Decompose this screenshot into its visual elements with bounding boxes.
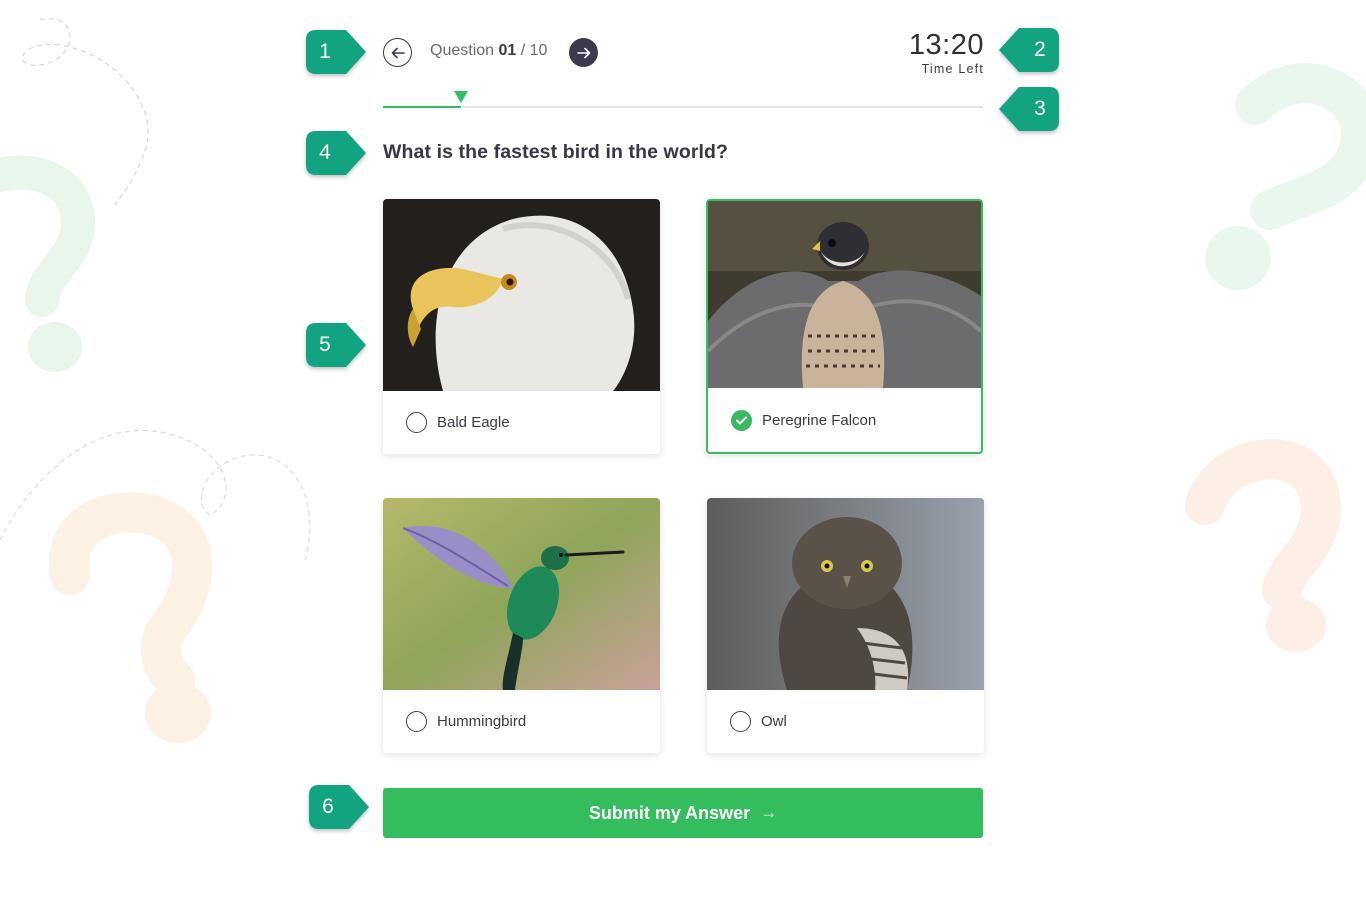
arrow-right-icon: [576, 47, 590, 58]
answer-option-label: Owl: [761, 713, 787, 730]
answer-option-label-row: Bald Eagle: [406, 412, 510, 433]
question-text: What is the fastest bird in the world?: [383, 141, 729, 163]
owl-photo: [707, 498, 984, 690]
progress-indicator-icon: [454, 91, 468, 103]
quiz-screen: 1 4 5 6 2 3 Question 01 / 10 13:20 Time: [0, 0, 1366, 902]
answer-option-label: Bald Eagle: [437, 414, 510, 431]
answer-option-label-row: Hummingbird: [406, 711, 526, 732]
question-counter-current: 01: [498, 42, 517, 59]
submit-answer-button[interactable]: Submit my Answer →: [383, 788, 983, 838]
radio-unchecked-icon[interactable]: [406, 412, 427, 433]
previous-question-button[interactable]: [383, 38, 412, 67]
callout-marker-5: 5: [302, 323, 368, 367]
radio-unchecked-icon[interactable]: [406, 711, 427, 732]
submit-answer-label: Submit my Answer: [588, 802, 751, 823]
question-counter: Question 01 / 10: [430, 42, 547, 60]
question-counter-total: / 10: [520, 42, 548, 59]
peregrine-falcon-photo: [708, 201, 981, 388]
callout-marker-3: 3: [997, 87, 1063, 131]
answer-option-label-row: Peregrine Falcon: [731, 410, 876, 431]
callout-marker-2: 2: [997, 28, 1063, 72]
progress-bar: [383, 91, 983, 108]
radio-checked-icon[interactable]: [731, 410, 752, 431]
timer-value: 13:20: [908, 29, 984, 61]
answer-option-bald-eagle[interactable]: Bald Eagle: [383, 199, 660, 454]
arrow-left-icon: [391, 47, 405, 58]
answer-option-owl[interactable]: Owl: [707, 498, 984, 753]
bald-eagle-photo: [383, 199, 660, 391]
answer-option-label-row: Owl: [730, 711, 787, 732]
question-counter-label: Question: [430, 42, 495, 59]
callout-marker-1: 1: [302, 30, 368, 74]
background-decoration: [0, 18, 1366, 743]
answer-option-hummingbird[interactable]: Hummingbird: [383, 498, 660, 753]
callout-marker-6: 6: [305, 785, 371, 829]
progress-bar-fill: [383, 106, 461, 108]
answer-option-label: Hummingbird: [437, 713, 527, 730]
radio-unchecked-icon[interactable]: [730, 711, 751, 732]
callout-marker-4: 4: [302, 131, 368, 175]
timer: 13:20 Time Left: [909, 30, 984, 76]
checkmark-icon: [736, 416, 747, 425]
next-question-button[interactable]: [569, 38, 598, 67]
answer-option-peregrine-falcon[interactable]: Peregrine Falcon: [706, 199, 983, 454]
timer-label: Time Left: [921, 62, 984, 76]
answer-option-label: Peregrine Falcon: [762, 412, 877, 429]
arrow-right-icon: →: [760, 803, 778, 822]
hummingbird-photo: [383, 498, 660, 690]
